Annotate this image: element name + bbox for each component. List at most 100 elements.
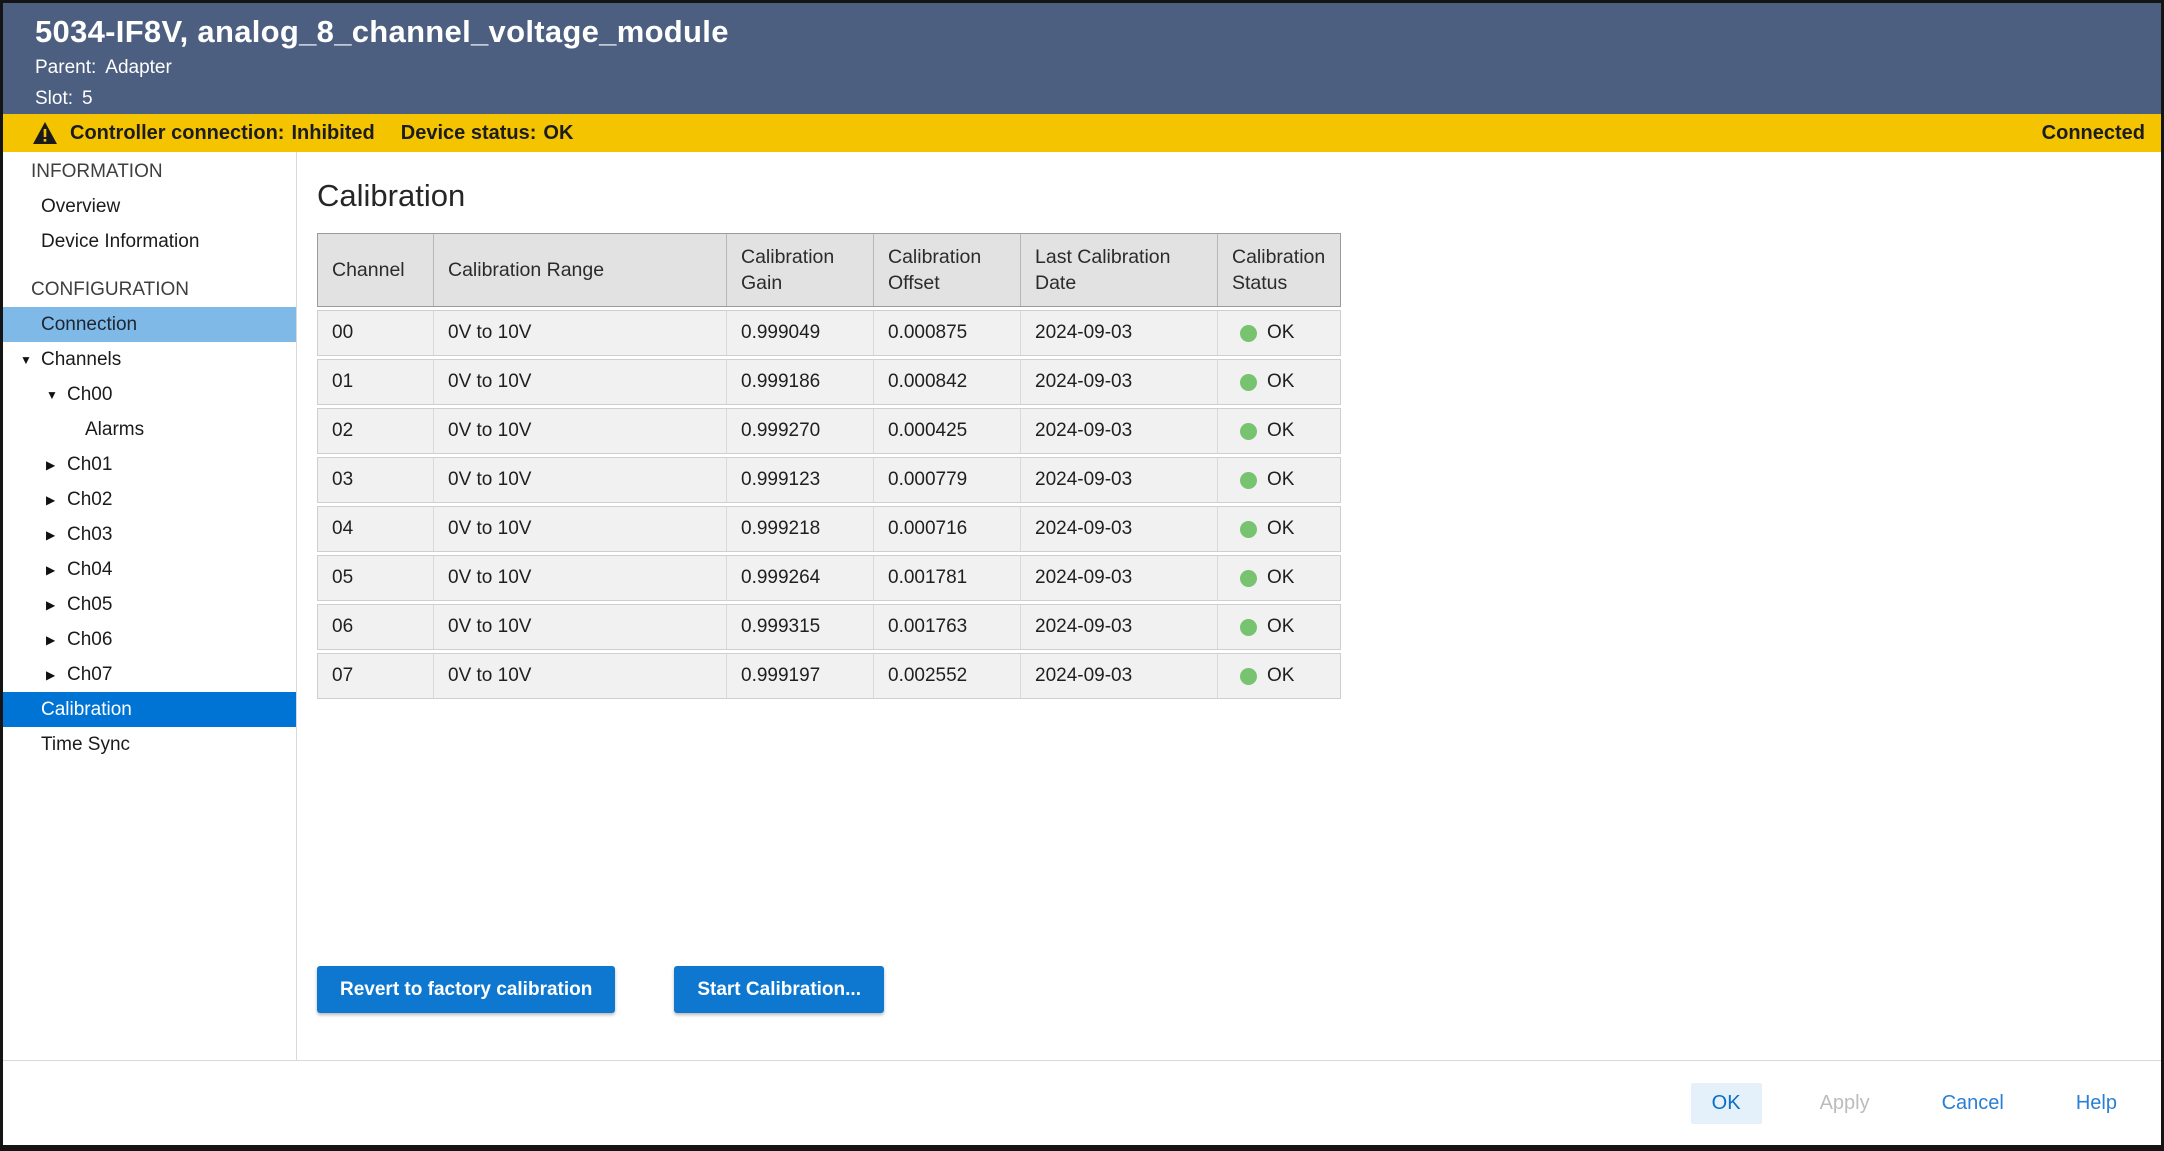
- sidebar-item-connection[interactable]: Connection: [3, 307, 296, 342]
- slot-line: Slot: 5: [35, 86, 2141, 112]
- table-row: 02 0V to 10V 0.999270 0.000425 2024-09-0…: [317, 408, 1341, 454]
- help-button[interactable]: Help: [2062, 1083, 2131, 1124]
- sidebar-item-ch04[interactable]: ▶ Ch04: [3, 552, 296, 587]
- module-profile-window: 5034-IF8V, analog_8_channel_voltage_modu…: [0, 0, 2164, 1151]
- revert-to-factory-calibration-button[interactable]: Revert to factory calibration: [317, 966, 615, 1013]
- status-cell: OK: [1218, 360, 1340, 404]
- sidebar-item-ch06[interactable]: ▶ Ch06: [3, 622, 296, 657]
- offset-cell: 0.000875: [874, 311, 1021, 355]
- chevron-collapsed-icon[interactable]: ▶: [46, 563, 67, 577]
- chevron-collapsed-icon[interactable]: ▶: [46, 598, 67, 612]
- apply-button[interactable]: Apply: [1806, 1083, 1884, 1124]
- channel-cell: 03: [318, 458, 434, 502]
- date-cell: 2024-09-03: [1021, 360, 1218, 404]
- calibration-table: Channel Calibration Range Calibration Ga…: [317, 233, 1341, 699]
- sidebar-item-ch00-alarms[interactable]: Alarms: [3, 412, 296, 447]
- chevron-collapsed-icon[interactable]: ▶: [46, 528, 67, 542]
- status-ok-icon: [1240, 521, 1257, 538]
- sidebar-item-calibration[interactable]: Calibration: [3, 692, 296, 727]
- chevron-expanded-icon[interactable]: ▼: [20, 353, 41, 367]
- status-ok-icon: [1240, 374, 1257, 391]
- sidebar-item-device-information[interactable]: Device Information: [3, 224, 296, 259]
- column-header-calibration-range: Calibration Range: [434, 234, 727, 306]
- sidebar-item-ch00[interactable]: ▼ Ch00: [3, 377, 296, 412]
- gain-cell: 0.999186: [727, 360, 874, 404]
- start-calibration-button[interactable]: Start Calibration...: [674, 966, 884, 1013]
- connection-status-badge: Connected: [2042, 122, 2145, 145]
- main-content: Calibration Channel Calibration Range Ca…: [297, 152, 2161, 1060]
- status-cell: OK: [1218, 605, 1340, 649]
- parent-line: Parent:Adapter: [35, 55, 2141, 81]
- date-cell: 2024-09-03: [1021, 556, 1218, 600]
- sidebar-item-ch05[interactable]: ▶ Ch05: [3, 587, 296, 622]
- channel-cell: 05: [318, 556, 434, 600]
- offset-cell: 0.001763: [874, 605, 1021, 649]
- gain-cell: 0.999123: [727, 458, 874, 502]
- range-cell: 0V to 10V: [434, 507, 727, 551]
- sidebar-item-ch01[interactable]: ▶ Ch01: [3, 447, 296, 482]
- gain-cell: 0.999264: [727, 556, 874, 600]
- status-ok-icon: [1240, 325, 1257, 342]
- column-header-channel: Channel: [318, 234, 434, 306]
- sidebar-item-ch03[interactable]: ▶ Ch03: [3, 517, 296, 552]
- gain-cell: 0.999218: [727, 507, 874, 551]
- controller-connection-status: Controller connection:Inhibited: [70, 122, 375, 145]
- offset-cell: 0.000716: [874, 507, 1021, 551]
- range-cell: 0V to 10V: [434, 458, 727, 502]
- date-cell: 2024-09-03: [1021, 458, 1218, 502]
- chevron-collapsed-icon[interactable]: ▶: [46, 668, 67, 682]
- page-title: Calibration: [317, 176, 2161, 216]
- slot-value: 5: [82, 88, 93, 109]
- status-cell: OK: [1218, 556, 1340, 600]
- status-ok-icon: [1240, 472, 1257, 489]
- channel-cell: 00: [318, 311, 434, 355]
- date-cell: 2024-09-03: [1021, 409, 1218, 453]
- offset-cell: 0.000425: [874, 409, 1021, 453]
- action-buttons: Revert to factory calibration Start Cali…: [317, 966, 2161, 1013]
- table-row: 00 0V to 10V 0.999049 0.000875 2024-09-0…: [317, 310, 1341, 356]
- sidebar-item-overview[interactable]: Overview: [3, 189, 296, 224]
- sidebar-item-ch07[interactable]: ▶ Ch07: [3, 657, 296, 692]
- range-cell: 0V to 10V: [434, 360, 727, 404]
- table-row: 03 0V to 10V 0.999123 0.000779 2024-09-0…: [317, 457, 1341, 503]
- sidebar-section-information: INFORMATION: [3, 154, 296, 189]
- chevron-expanded-icon[interactable]: ▼: [46, 388, 67, 402]
- status-cell: OK: [1218, 654, 1340, 698]
- channel-cell: 01: [318, 360, 434, 404]
- status-cell: OK: [1218, 458, 1340, 502]
- device-status: Device status:OK: [401, 122, 574, 145]
- parent-label: Parent:: [35, 57, 96, 78]
- status-cell: OK: [1218, 409, 1340, 453]
- chevron-collapsed-icon[interactable]: ▶: [46, 458, 67, 472]
- slot-label: Slot:: [35, 88, 73, 109]
- column-header-last-calibration-date: Last Calibration Date: [1021, 234, 1218, 306]
- table-row: 04 0V to 10V 0.999218 0.000716 2024-09-0…: [317, 506, 1341, 552]
- table-row: 05 0V to 10V 0.999264 0.001781 2024-09-0…: [317, 555, 1341, 601]
- offset-cell: 0.002552: [874, 654, 1021, 698]
- warning-icon: [33, 122, 57, 144]
- sidebar-item-time-sync[interactable]: Time Sync: [3, 727, 296, 762]
- cancel-button[interactable]: Cancel: [1928, 1083, 2018, 1124]
- date-cell: 2024-09-03: [1021, 311, 1218, 355]
- navigation-sidebar: INFORMATION Overview Device Information …: [3, 152, 297, 1060]
- status-ok-icon: [1240, 570, 1257, 587]
- range-cell: 0V to 10V: [434, 556, 727, 600]
- offset-cell: 0.000779: [874, 458, 1021, 502]
- offset-cell: 0.001781: [874, 556, 1021, 600]
- range-cell: 0V to 10V: [434, 311, 727, 355]
- body: INFORMATION Overview Device Information …: [3, 152, 2161, 1060]
- chevron-collapsed-icon[interactable]: ▶: [46, 633, 67, 647]
- date-cell: 2024-09-03: [1021, 654, 1218, 698]
- channel-cell: 04: [318, 507, 434, 551]
- sidebar-item-channels[interactable]: ▼ Channels: [3, 342, 296, 377]
- status-cell: OK: [1218, 311, 1340, 355]
- channel-cell: 02: [318, 409, 434, 453]
- status-ok-icon: [1240, 619, 1257, 636]
- sidebar-item-ch02[interactable]: ▶ Ch02: [3, 482, 296, 517]
- dialog-footer: OK Apply Cancel Help: [3, 1060, 2161, 1145]
- module-title: 5034-IF8V, analog_8_channel_voltage_modu…: [35, 14, 2141, 50]
- table-row: 01 0V to 10V 0.999186 0.000842 2024-09-0…: [317, 359, 1341, 405]
- chevron-collapsed-icon[interactable]: ▶: [46, 493, 67, 507]
- table-row: 07 0V to 10V 0.999197 0.002552 2024-09-0…: [317, 653, 1341, 699]
- ok-button[interactable]: OK: [1691, 1083, 1762, 1124]
